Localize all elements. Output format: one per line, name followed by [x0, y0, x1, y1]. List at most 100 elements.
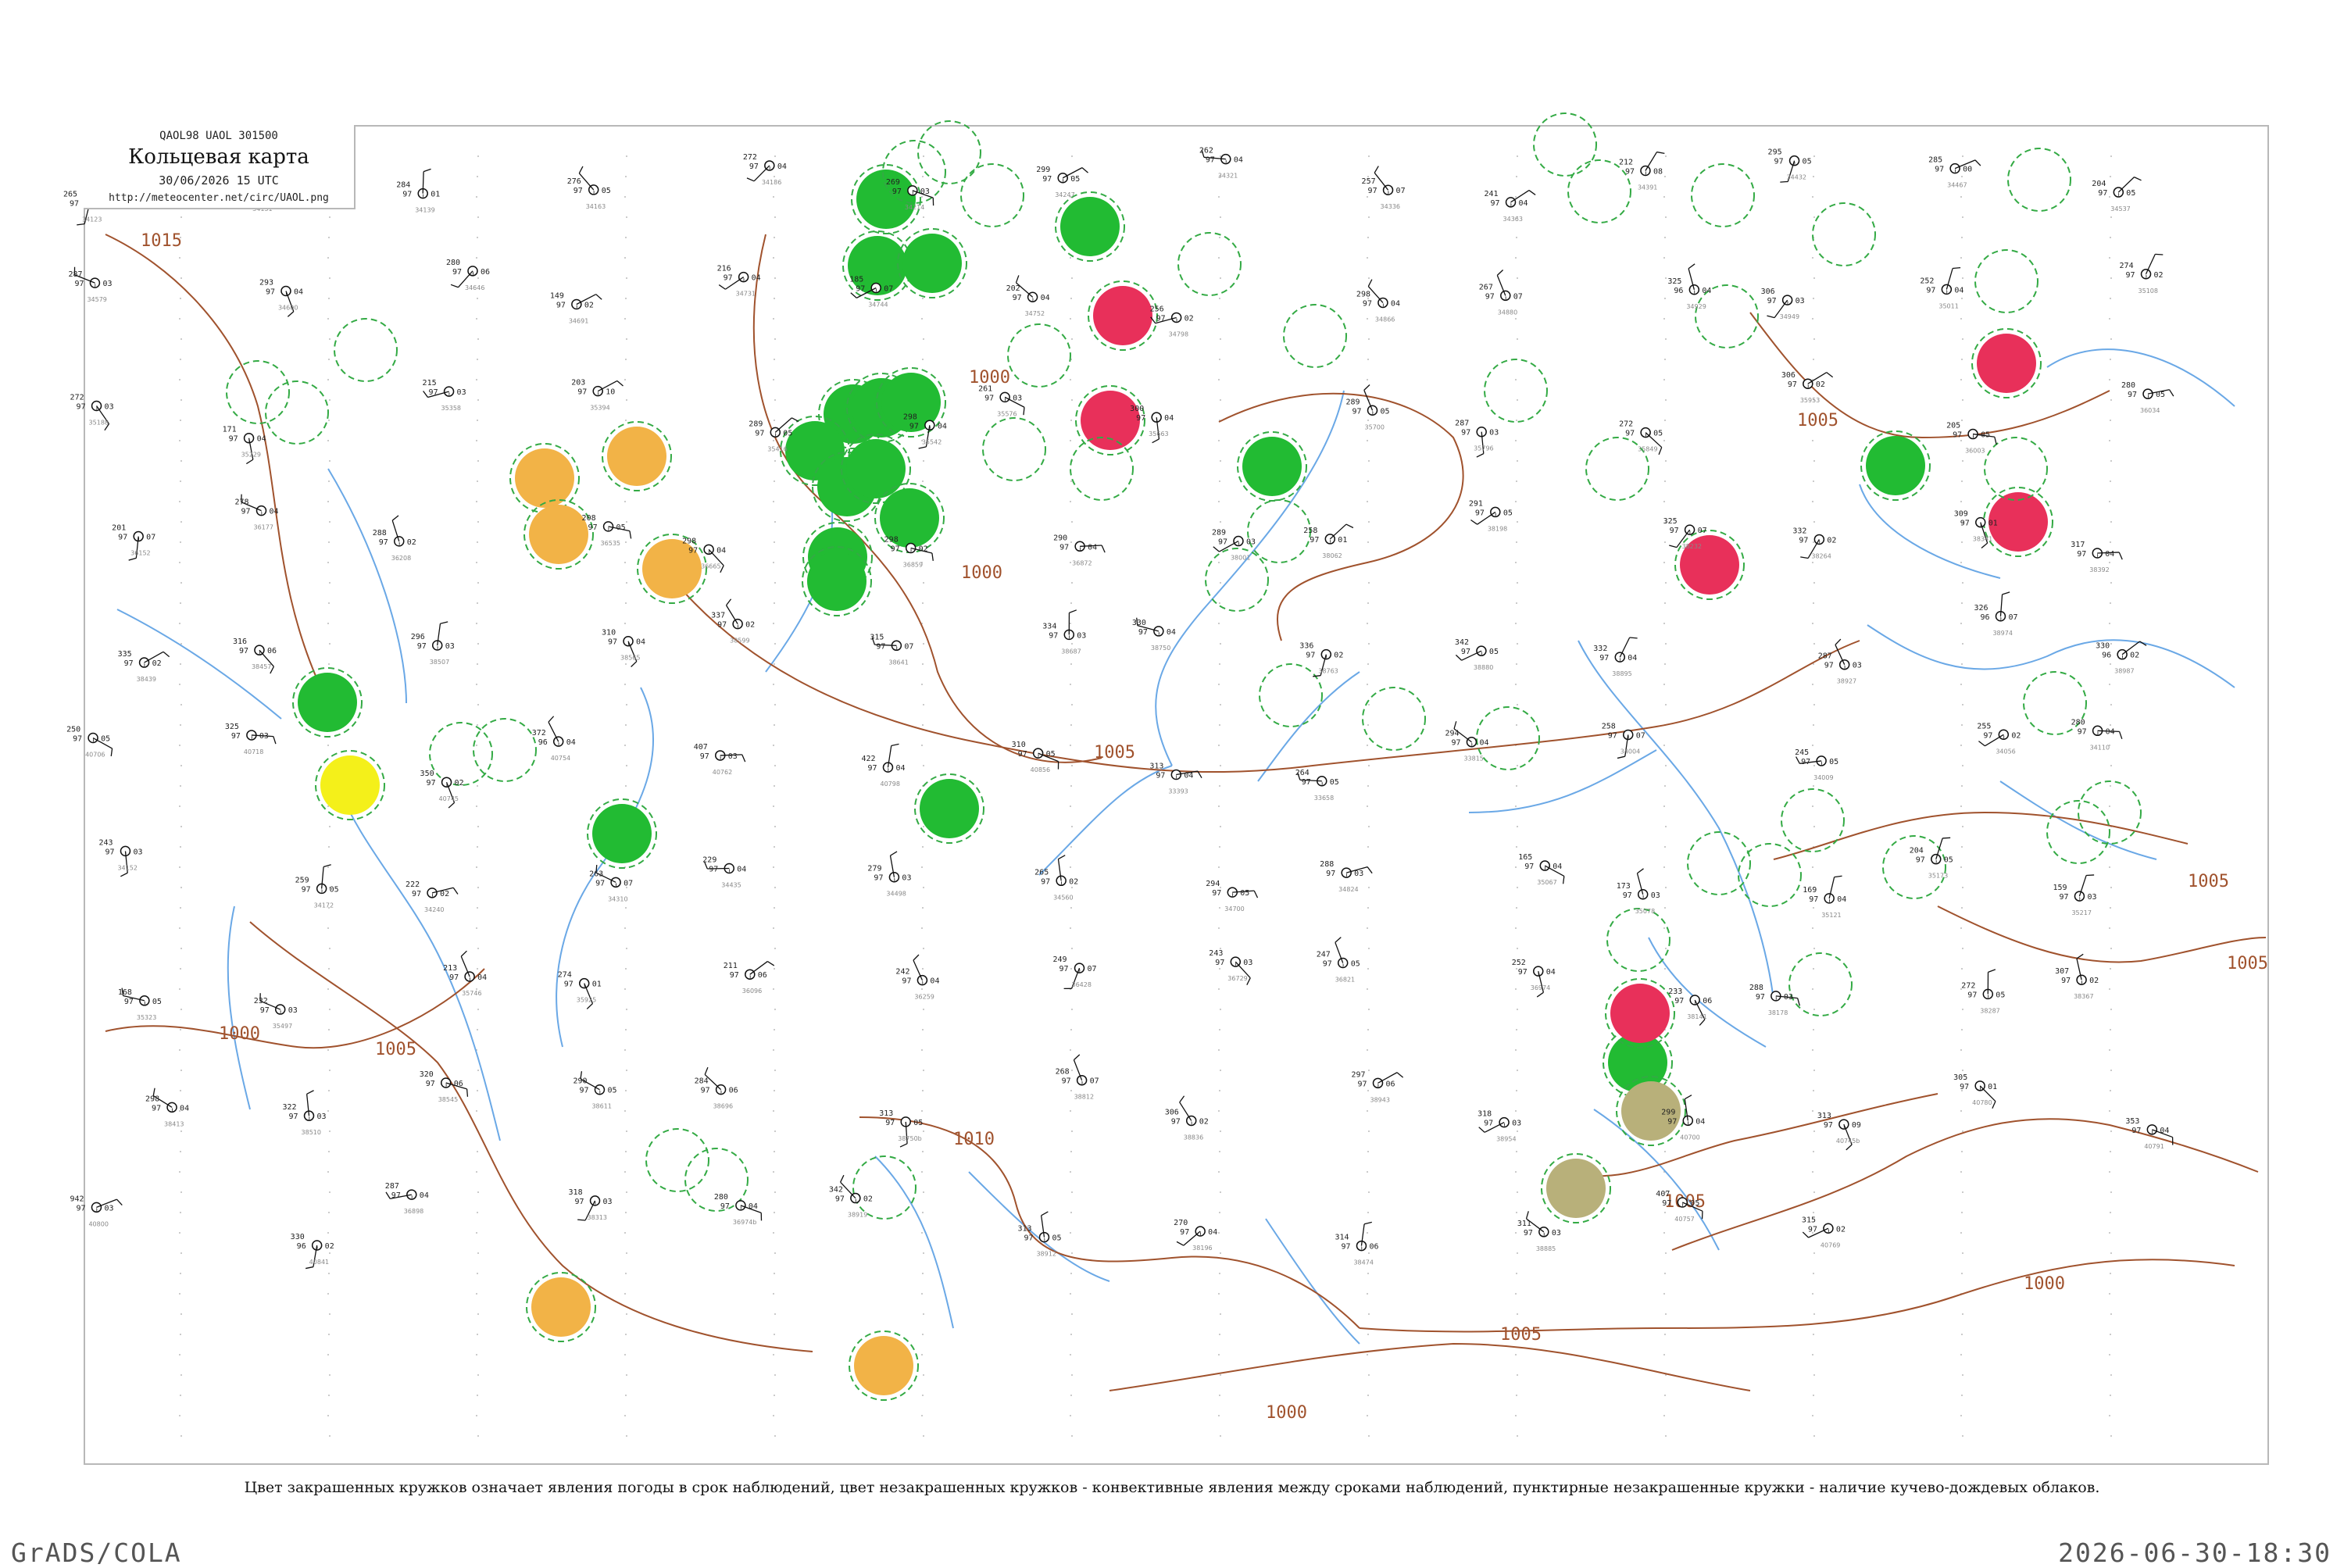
station-plot[interactable]: 296970338507 — [411, 622, 455, 666]
station-plot[interactable]: 316970638457 — [233, 638, 277, 673]
station-plot[interactable]: 256970234798 — [1150, 305, 1194, 338]
station-plot[interactable]: 201970736152 — [112, 524, 155, 561]
station-plot[interactable]: 258970734004 — [1602, 722, 1645, 758]
station-plot[interactable]: 173970335078 — [1617, 869, 1660, 915]
station-plot[interactable]: 306970238836 — [1165, 1096, 1209, 1141]
station-plot[interactable]: 315970738641 — [870, 633, 913, 666]
station-plot[interactable]: 252970436974 — [1512, 959, 1556, 997]
station-plot[interactable]: 335970238439 — [118, 650, 170, 683]
station-plot[interactable]: 310970540856 — [1012, 741, 1059, 773]
station-plot[interactable]: 245970534009 — [1795, 748, 1838, 781]
station-plot[interactable]: 311970338885 — [1517, 1211, 1561, 1252]
station-plot[interactable]: 252970435011 — [1920, 268, 1963, 310]
station-plot[interactable]: 276970534163 — [567, 166, 611, 210]
station-plot[interactable]: 203971035394 — [571, 379, 623, 412]
station-plot[interactable]: 243970336729 — [1209, 949, 1252, 985]
station-plot[interactable]: 249970736428 — [1053, 955, 1097, 988]
station-plot[interactable]: 257970734336 — [1362, 166, 1406, 211]
station-plot[interactable]: 272970335188 — [70, 393, 114, 430]
station-plot[interactable]: 241970434363 — [1485, 190, 1536, 223]
station-plot[interactable]: 289970535700 — [1346, 384, 1390, 430]
station-plot[interactable]: 280970634646 — [446, 259, 490, 291]
station-plot[interactable]: 211970636096 — [724, 962, 774, 995]
station-plot[interactable]: 259970534172 — [295, 865, 339, 909]
station-plot[interactable]: 299970534247 — [1036, 166, 1088, 198]
station-plot[interactable]: 169970435121 — [1803, 876, 1846, 919]
station-plot[interactable]: 216970434731 — [717, 265, 761, 298]
station-plot[interactable]: 325970340718 — [225, 723, 276, 755]
station-plot[interactable]: 315970240769 — [1802, 1216, 1846, 1248]
station-plot[interactable]: 325960434929 — [1667, 264, 1711, 310]
station-plot[interactable]: 159970335217 — [2053, 875, 2096, 916]
station-plot[interactable]: 232970335497 — [254, 993, 298, 1030]
station-plot[interactable]: 258970138062 — [1303, 524, 1353, 559]
station-plot[interactable]: 313970433393 — [1149, 763, 1202, 795]
station-plot[interactable]: 287970436898 — [385, 1182, 429, 1215]
station-plot[interactable]: 280970434110 — [2071, 718, 2122, 751]
station-plot[interactable]: 284970638696 — [695, 1067, 738, 1109]
station-plot[interactable]: 285970034467 — [1928, 156, 1981, 189]
station-plot[interactable]: 314970638474 — [1335, 1222, 1378, 1266]
station-plot[interactable]: 288970236208 — [373, 516, 416, 562]
station-plot[interactable]: 336970238763 — [1299, 642, 1343, 677]
station-plot[interactable]: 288970334824 — [1320, 860, 1372, 893]
station-plot[interactable]: 280970436974b — [714, 1193, 762, 1226]
station-plot[interactable]: 330970438750 — [1132, 618, 1176, 652]
station-plot[interactable]: 204970534537 — [2092, 177, 2141, 213]
station-plot[interactable]: 326960738974 — [1974, 592, 2017, 637]
station-plot[interactable]: 297970638943 — [1352, 1070, 1403, 1103]
map-url[interactable]: http://meteocenter.net/circ/UAOL.png — [84, 192, 354, 204]
station-plot[interactable]: 279970334498 — [867, 852, 911, 898]
station-plot[interactable]: 342970238919 — [829, 1175, 873, 1218]
station-plot[interactable]: 280970536034 — [2121, 381, 2174, 414]
station-plot[interactable]: 212970834391 — [1619, 152, 1664, 191]
station-plot[interactable]: 272970535849 — [1619, 420, 1663, 455]
station-plot[interactable]: 255970234056 — [1977, 722, 2021, 755]
station-plot[interactable]: 330960240841 — [291, 1233, 334, 1269]
station-plot[interactable]: 268970738812 — [1056, 1055, 1099, 1101]
station-plot[interactable]: 204970535173 — [1910, 838, 1953, 879]
station-plot[interactable]: 215970335358 — [423, 379, 466, 412]
station-plot[interactable]: 261970335576 — [978, 384, 1024, 417]
station-plot[interactable]: 288970338178 — [1749, 984, 1800, 1016]
station-plot[interactable]: 332970438895 — [1593, 638, 1637, 677]
station-plot[interactable]: 290970436872 — [1053, 534, 1105, 566]
weather-map[interactable]: 1015100010001005100510051000100510101005… — [0, 0, 2344, 1563]
station-plot[interactable]: 325970738232 — [1663, 517, 1707, 550]
station-plot[interactable]: 250970540706 — [66, 726, 113, 759]
station-plot[interactable]: 353970440791 — [2125, 1117, 2172, 1150]
station-plot[interactable]: 313970940745b — [1817, 1112, 1861, 1150]
station-plot[interactable]: 242970436259 — [895, 955, 939, 1001]
station-plot[interactable]: 278970436177 — [235, 495, 279, 531]
station-plot[interactable]: 317970438392 — [2071, 541, 2122, 573]
station-plot[interactable]: 330960238987 — [2096, 641, 2146, 675]
station-plot[interactable]: 287970335796 — [1455, 420, 1499, 457]
station-plot[interactable]: 422970440798 — [861, 744, 905, 788]
station-plot[interactable]: 372960440754 — [532, 716, 576, 762]
station-plot[interactable]: 294970534700 — [1206, 880, 1257, 913]
station-plot[interactable]: 291970538198 — [1469, 499, 1513, 532]
station-plot[interactable]: 294970433815 — [1445, 721, 1488, 762]
station-plot[interactable]: 149970234691 — [550, 292, 602, 325]
station-plot[interactable]: 264970533658 — [1295, 769, 1339, 802]
station-plot[interactable]: 318970338954 — [1478, 1110, 1521, 1143]
station-plot[interactable]: 171970435229 — [223, 426, 266, 464]
station-plot[interactable]: 293970434600 — [259, 279, 303, 317]
station-plot[interactable]: 165970435067 — [1518, 853, 1564, 886]
station-plot[interactable]: 313970538750b — [879, 1109, 923, 1147]
station-plot[interactable]: 168970535323 — [118, 988, 162, 1021]
station-plot[interactable]: 287970334579 — [68, 267, 112, 303]
station-plot[interactable]: 310970438565 — [602, 629, 645, 667]
station-plot[interactable]: 267970734880 — [1479, 270, 1523, 316]
station-plot[interactable]: 305970140780 — [1953, 1073, 1997, 1109]
station-plot[interactable]: 287970338927 — [1818, 639, 1862, 685]
station-plot[interactable]: 284970134139 — [396, 169, 440, 213]
station-plot[interactable]: 263970734310 — [589, 865, 633, 902]
station-plot[interactable]: 334970338687 — [1042, 610, 1086, 655]
station-plot[interactable]: 243970334152 — [98, 838, 142, 876]
station-plot[interactable]: 407970340762 — [694, 743, 745, 776]
station-plot[interactable]: 222970234240 — [406, 880, 458, 913]
station-plot[interactable]: 313970538912 — [1017, 1212, 1061, 1258]
station-plot[interactable]: 332970238264 — [1792, 527, 1836, 559]
station-plot[interactable]: 202970434752 — [1006, 275, 1050, 317]
